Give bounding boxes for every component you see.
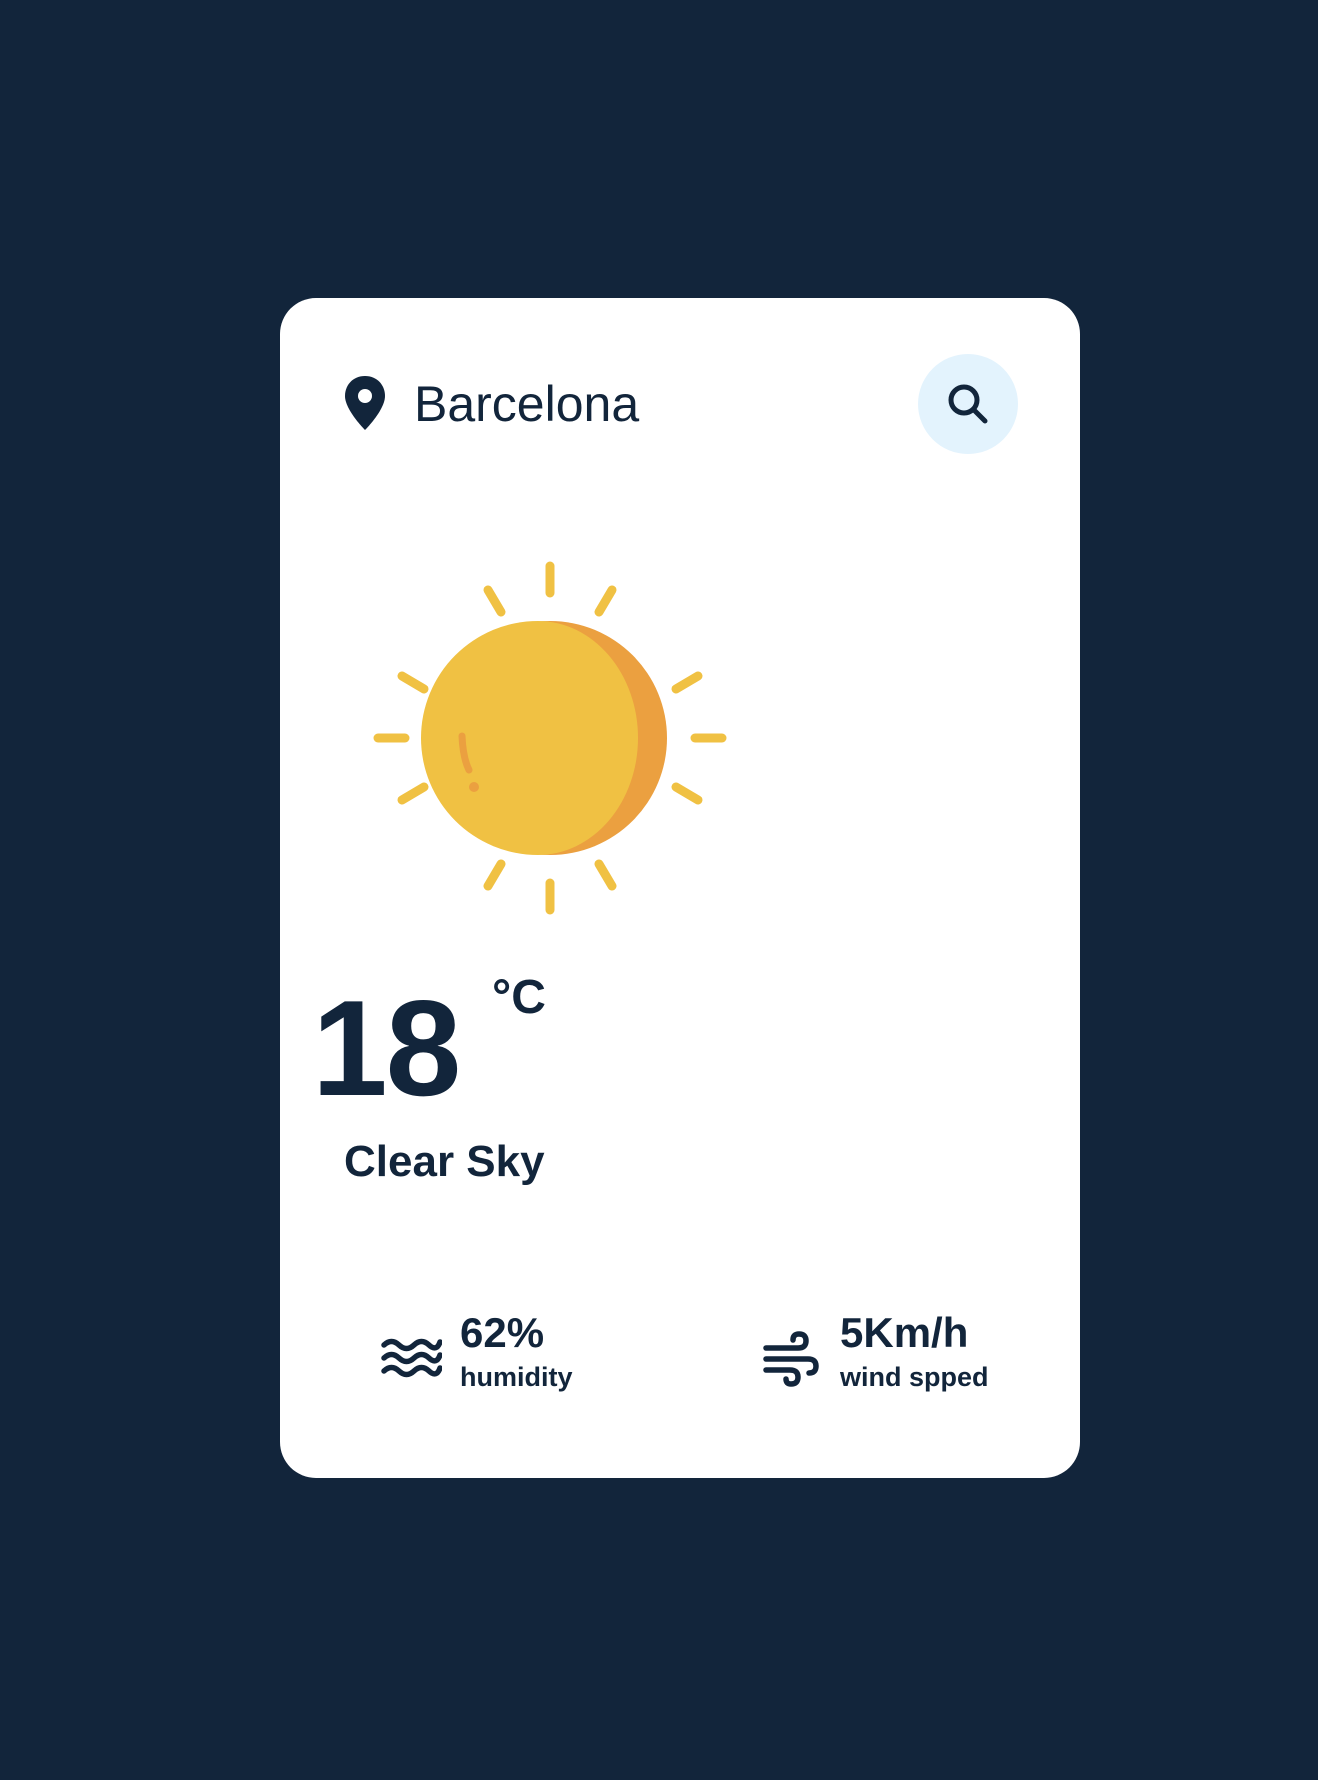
search-icon bbox=[948, 384, 988, 424]
humidity-value: 62% bbox=[460, 1309, 545, 1356]
weather-card: Barcelona 18 °C Clear Sky 62% humidity 5… bbox=[280, 298, 1080, 1478]
weather-condition: Clear Sky bbox=[344, 1137, 545, 1186]
temperature: 18 °C bbox=[312, 971, 546, 1118]
wind-label: wind spped bbox=[840, 1362, 989, 1392]
wind-value: 5Km/h bbox=[840, 1309, 969, 1356]
sun-icon bbox=[373, 561, 727, 915]
waves-icon bbox=[381, 1338, 442, 1378]
temperature-unit: °C bbox=[492, 971, 546, 1024]
city-name: Barcelona bbox=[414, 376, 640, 432]
map-pin-icon bbox=[345, 376, 385, 430]
search-button[interactable] bbox=[918, 354, 1018, 454]
humidity-label: humidity bbox=[460, 1362, 573, 1392]
temperature-value: 18 bbox=[312, 972, 461, 1124]
wind-icon bbox=[763, 1331, 819, 1387]
header: Barcelona bbox=[342, 354, 1018, 454]
